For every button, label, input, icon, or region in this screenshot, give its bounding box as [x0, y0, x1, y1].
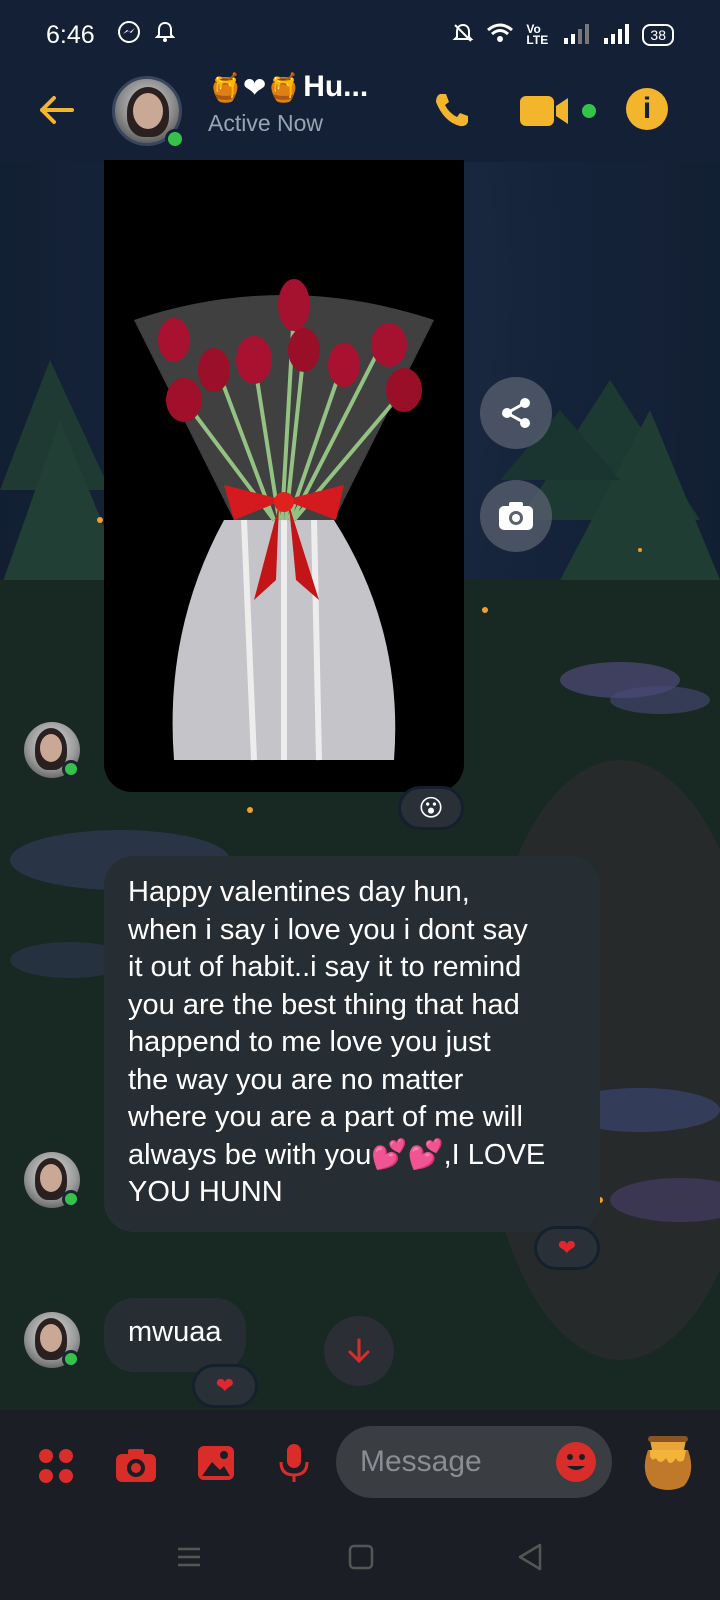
message-line: Happy valentines day hun, — [128, 876, 470, 908]
chat-header: 🍯❤🍯 Hu... Active Now i — [0, 70, 720, 162]
contact-name-text: Hu... — [303, 70, 369, 103]
camera-icon — [499, 502, 533, 530]
online-indicator — [165, 129, 185, 149]
heart-emoji: ❤ — [215, 1373, 235, 1398]
message-line: you are the best thing that had — [128, 988, 520, 1021]
video-active-dot — [582, 104, 596, 118]
message-line: when i say i love you i dont say — [128, 913, 528, 946]
sender-avatar[interactable] — [24, 722, 80, 778]
message-line: happend to me love you just — [128, 1026, 491, 1058]
emoji-icon[interactable] — [556, 1442, 596, 1482]
volte-label: Vo LTE — [526, 22, 549, 47]
signal-icon-1 — [562, 22, 590, 49]
recent-apps-icon[interactable] — [176, 1544, 202, 1575]
system-nav-bar — [0, 1520, 720, 1600]
message-placeholder: Message — [360, 1445, 482, 1478]
name-emoji-prefix: 🍯❤🍯 — [208, 71, 302, 103]
scroll-to-bottom-button[interactable] — [324, 1316, 394, 1386]
signal-icon-2 — [602, 22, 630, 49]
notification-bell-icon — [154, 21, 176, 50]
message-line: it out of habit..i say it to remind — [128, 951, 522, 983]
messenger-icon — [117, 20, 141, 51]
save-photo-button[interactable] — [480, 480, 552, 552]
active-status: Active Now — [208, 110, 324, 136]
back-arrow-icon[interactable] — [36, 90, 76, 130]
contact-avatar[interactable] — [112, 76, 185, 149]
share-button[interactable] — [480, 377, 552, 449]
surprised-emoji: 😮 — [418, 794, 444, 822]
status-bar: 6:46 Vo LTE 38 — [0, 0, 720, 70]
image-message[interactable] — [104, 160, 464, 792]
home-icon[interactable] — [348, 1544, 374, 1575]
apps-grid-icon[interactable] — [38, 1448, 74, 1489]
info-icon[interactable]: i — [626, 88, 668, 130]
sender-avatar[interactable] — [24, 1312, 80, 1368]
contact-name[interactable]: 🍯❤🍯 Hu... — [208, 70, 368, 104]
microphone-icon[interactable] — [278, 1442, 310, 1489]
gallery-icon[interactable] — [196, 1444, 236, 1487]
text-message[interactable]: Happy valentines day hun, when i say i l… — [104, 856, 600, 1232]
message-line: where you are a part of me will — [128, 1101, 523, 1133]
text-message[interactable]: mwuaa — [104, 1298, 246, 1372]
battery-icon: 38 — [642, 24, 674, 46]
heart-emoji: ❤ — [557, 1235, 577, 1260]
reaction-badge[interactable]: ❤ — [534, 1226, 600, 1270]
message-line: YOU HUNN — [128, 1176, 283, 1208]
message-line: the way you are no matter — [128, 1063, 464, 1096]
wifi-icon — [486, 22, 514, 49]
message-composer: Message — [0, 1410, 720, 1520]
status-time: 6:46 — [46, 20, 95, 49]
share-icon — [502, 398, 530, 428]
phone-call-icon[interactable] — [432, 90, 472, 140]
sender-avatar[interactable] — [24, 1152, 80, 1208]
reaction-badge[interactable]: 😮 — [398, 786, 464, 830]
honey-pot-icon[interactable] — [640, 1428, 696, 1499]
message-line: mwuaa — [128, 1316, 222, 1348]
reaction-badge[interactable]: ❤ — [192, 1364, 258, 1408]
camera-icon[interactable] — [114, 1446, 158, 1489]
video-call-icon[interactable] — [520, 94, 570, 133]
message-line: always be with you💕💕,I LOVE — [128, 1138, 546, 1171]
arrow-down-icon — [348, 1338, 370, 1364]
back-triangle-icon[interactable] — [516, 1542, 544, 1577]
mute-icon — [452, 22, 474, 49]
